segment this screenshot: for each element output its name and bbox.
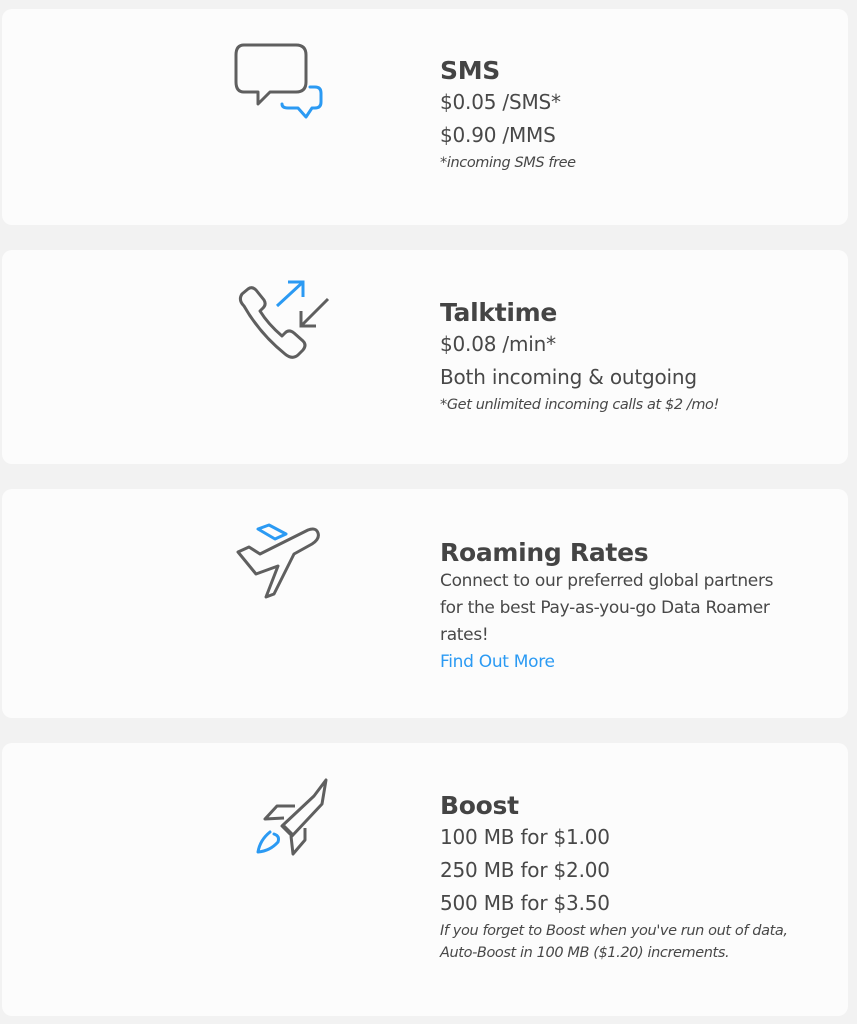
boost-option: 500 MB for $3.50 [440, 891, 610, 915]
rocket-icon [248, 776, 358, 876]
sms-content: SMS $0.05 /SMS* $0.90 /MMS *incoming SMS… [440, 56, 828, 174]
chat-bubbles-icon [230, 42, 340, 142]
talktime-content: Talktime $0.08 /min* Both incoming & out… [440, 298, 828, 416]
phone-call-arrows-icon [230, 280, 340, 380]
boost-title: Boost [440, 791, 519, 820]
roaming-description-line: rates! [440, 625, 489, 645]
airplane-takeoff-icon [230, 522, 340, 622]
roaming-description-line: for the best Pay-as-you-go Data Roamer [440, 598, 770, 618]
mms-rate: $0.90 /MMS [440, 123, 556, 147]
boost-note-line: If you forget to Boost when you've run o… [440, 923, 788, 939]
sms-title: SMS [440, 56, 500, 85]
talktime-card: Talktime $0.08 /min* Both incoming & out… [2, 250, 848, 464]
roaming-content: Roaming Rates Connect to our preferred g… [440, 538, 828, 676]
find-out-more-link[interactable]: Find Out More [440, 652, 555, 672]
boost-card: Boost 100 MB for $1.00 250 MB for $2.00 … [2, 743, 848, 1016]
boost-content: Boost 100 MB for $1.00 250 MB for $2.00 … [440, 791, 828, 964]
roaming-card: Roaming Rates Connect to our preferred g… [2, 489, 848, 718]
roaming-description-line: Connect to our preferred global partners [440, 571, 774, 591]
sms-rate: $0.05 /SMS* [440, 90, 561, 114]
talktime-title: Talktime [440, 298, 558, 327]
roaming-title: Roaming Rates [440, 538, 649, 567]
talktime-direction: Both incoming & outgoing [440, 365, 697, 389]
boost-option: 250 MB for $2.00 [440, 858, 610, 882]
talktime-rate: $0.08 /min* [440, 332, 556, 356]
boost-note-line: Auto-Boost in 100 MB ($1.20) increments. [440, 945, 730, 961]
boost-option: 100 MB for $1.00 [440, 825, 610, 849]
sms-card: SMS $0.05 /SMS* $0.90 /MMS *incoming SMS… [2, 9, 848, 225]
talktime-note: *Get unlimited incoming calls at $2 /mo! [440, 397, 719, 413]
sms-note: *incoming SMS free [440, 155, 576, 171]
